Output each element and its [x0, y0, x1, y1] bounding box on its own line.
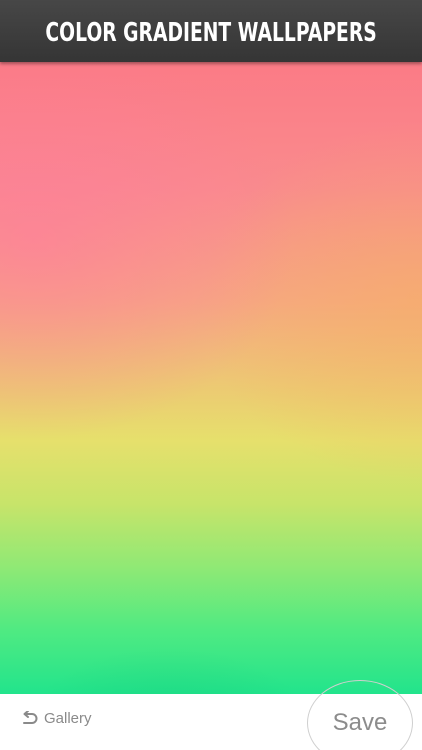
wallpaper-preview — [0, 62, 422, 694]
bottom-toolbar: Gallery Save — [0, 680, 422, 750]
title-bar: COLOR GRADIENT WALLPAPERS — [0, 0, 422, 62]
gallery-back-button[interactable]: Gallery — [20, 710, 92, 727]
undo-arrow-icon — [20, 710, 38, 727]
save-label: Save — [332, 709, 388, 736]
page-title: COLOR GRADIENT WALLPAPERS — [45, 18, 377, 48]
gallery-label: Gallery — [44, 710, 92, 727]
app-screen: COLOR GRADIENT WALLPAPERS Gallery Save — [0, 0, 422, 750]
